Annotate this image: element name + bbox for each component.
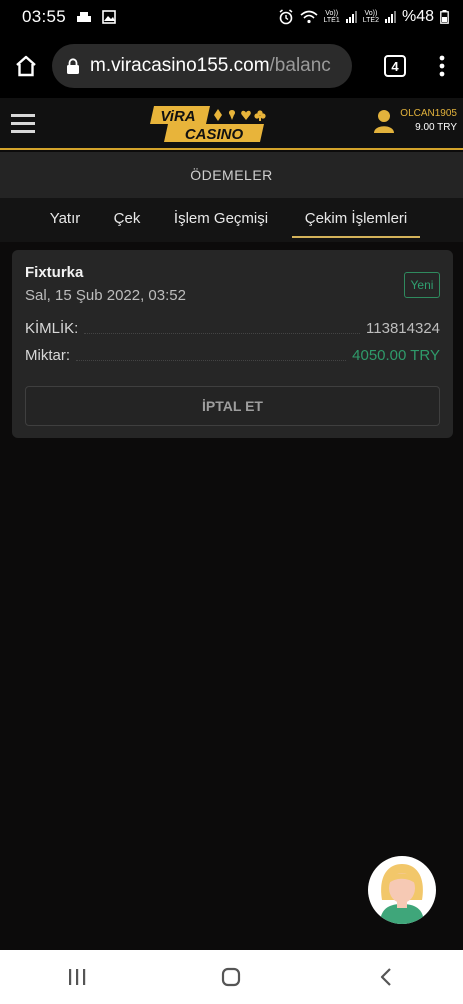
battery-percent: %48 <box>401 8 434 25</box>
tab-withdraw[interactable]: Çek <box>105 198 149 238</box>
user-account[interactable]: OLCAN1905 9.00 TRY <box>374 108 457 133</box>
battery-icon <box>440 10 449 24</box>
hamburger-menu-button[interactable] <box>0 97 46 149</box>
lte1-label: LTE1 <box>323 17 340 24</box>
card-suits-icon <box>214 109 266 121</box>
back-icon <box>380 968 391 986</box>
signal2-icon <box>384 11 396 23</box>
site-header: ViRA CASINO OLCAN1905 9.00 TRY <box>0 98 463 150</box>
recent-apps-icon <box>69 969 86 985</box>
row-leader <box>76 360 347 361</box>
page-title: ÖDEMELER <box>0 152 463 198</box>
tabs-button[interactable]: 4 <box>368 55 422 77</box>
viracasino-logo[interactable]: ViRA CASINO <box>148 104 266 144</box>
url-domain: m.viracasino155.com <box>90 55 270 76</box>
payments-tabs: Yatır Çek İşlem Geçmişi Çekim İşlemleri <box>0 198 463 242</box>
id-label: KİMLİK: <box>25 320 79 337</box>
address-bar[interactable]: m.viracasino155.com/balanc <box>52 44 352 88</box>
row-leader <box>84 333 361 334</box>
more-vert-icon <box>439 55 445 77</box>
logo-bottom-text: CASINO <box>185 126 244 143</box>
cancel-button[interactable]: İPTAL ET <box>25 386 440 426</box>
tab-withdrawal-requests[interactable]: Çekim İşlemleri <box>292 198 420 238</box>
amount-label: Miktar: <box>25 347 70 364</box>
status-badge: Yeni <box>404 272 440 298</box>
image-icon <box>102 10 116 24</box>
home-circle-icon <box>222 967 241 987</box>
id-value: 113814324 <box>366 320 440 337</box>
support-agent-icon <box>380 864 424 924</box>
wifi-icon <box>300 10 318 24</box>
back-button[interactable] <box>346 950 426 1004</box>
notification-icon <box>77 12 92 22</box>
url-text: m.viracasino155.com/balanc <box>90 55 340 77</box>
transaction-date: Sal, 15 Şub 2022, 03:52 <box>25 287 186 304</box>
browser-toolbar: m.viracasino155.com/balanc 4 <box>0 34 463 98</box>
logo-top-text: ViRA <box>160 108 195 125</box>
lte2-label: LTE2 <box>362 17 379 24</box>
browser-menu-button[interactable] <box>422 55 462 77</box>
recent-apps-button[interactable] <box>37 950 117 1004</box>
volte2-label: Vo)) <box>364 10 378 17</box>
volte1-indicator: Vo)) LTE1 <box>324 10 340 24</box>
lock-icon <box>66 57 90 75</box>
user-balance: 9.00 TRY <box>415 122 457 133</box>
tab-count: 4 <box>384 55 406 77</box>
alarm-icon <box>279 9 292 25</box>
id-row: KİMLİK: 113814324 <box>25 320 440 337</box>
status-time: 03:55 <box>22 7 67 26</box>
support-avatar[interactable] <box>368 856 436 924</box>
user-info: OLCAN1905 9.00 TRY <box>400 108 457 133</box>
username: OLCAN1905 <box>400 108 457 119</box>
home-nav-button[interactable] <box>191 950 271 1004</box>
menu-line <box>11 121 35 125</box>
tab-deposit[interactable]: Yatır <box>35 198 95 238</box>
home-icon <box>16 55 36 77</box>
amount-row: Miktar: 4050.00 TRY <box>25 347 440 364</box>
signal1-icon <box>345 11 357 23</box>
tab-transaction-history[interactable]: İşlem Geçmişi <box>164 198 278 238</box>
home-button[interactable] <box>0 34 52 98</box>
menu-line <box>11 129 35 133</box>
status-bar: 03:55 Vo)) LTE1 Vo)) LTE2 %48 <box>0 0 463 34</box>
volte1-label: Vo)) <box>325 10 339 17</box>
withdrawal-card: Fixturka Sal, 15 Şub 2022, 03:52 Yeni Kİ… <box>12 250 453 438</box>
url-path: /balanc <box>269 55 331 76</box>
menu-line <box>11 113 35 117</box>
volte2-indicator: Vo)) LTE2 <box>363 10 379 24</box>
amount-value: 4050.00 TRY <box>352 347 440 364</box>
payment-method: Fixturka <box>25 264 84 281</box>
user-icon <box>374 109 395 133</box>
system-navigation-bar <box>0 950 463 1004</box>
